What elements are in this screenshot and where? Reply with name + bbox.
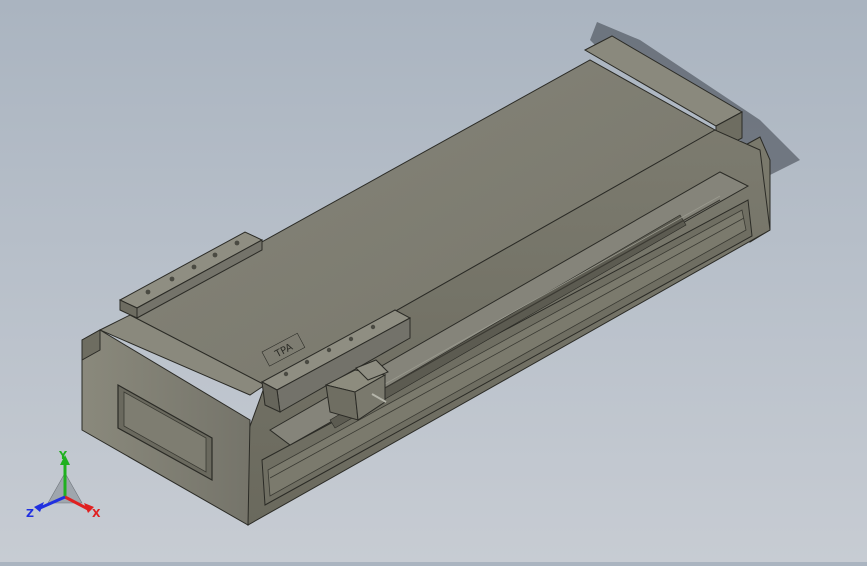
z-axis-label: Z bbox=[26, 507, 34, 520]
cad-viewport[interactable]: TPA Y X Z bbox=[0, 0, 867, 562]
linear-stage-model[interactable]: TPA bbox=[0, 0, 867, 562]
x-axis-label: X bbox=[92, 507, 101, 520]
y-axis-label: Y bbox=[58, 449, 68, 462]
coordinate-triad: Y X Z bbox=[22, 445, 108, 525]
